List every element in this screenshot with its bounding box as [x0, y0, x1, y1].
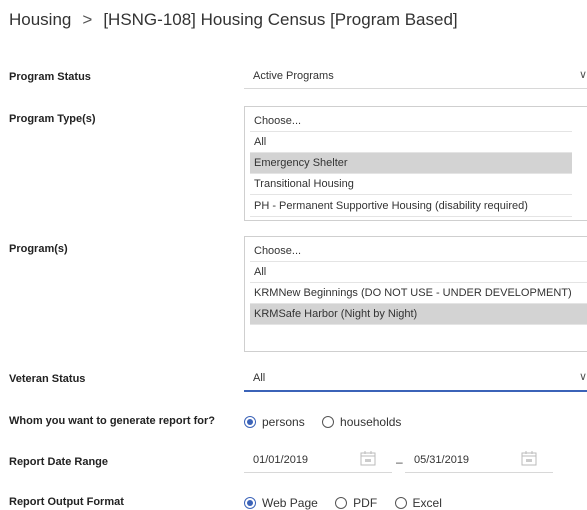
radio-persons[interactable]: persons	[244, 415, 305, 429]
program-type-option[interactable]: PH - Permanent Supportive Housing (disab…	[250, 196, 572, 217]
veteran-status-select[interactable]: All ∨	[244, 368, 587, 392]
program-option[interactable]: KRMSafe Harbor (Night by Night)	[250, 304, 587, 325]
output-format-label: Report Output Format	[9, 496, 124, 508]
report-for-radio-group: persons households	[244, 415, 415, 429]
radio-households[interactable]: households	[322, 415, 401, 429]
date-range-label: Report Date Range	[9, 456, 109, 468]
program-status-label: Program Status	[9, 71, 91, 83]
program-option[interactable]: All	[250, 262, 587, 283]
breadcrumb-separator: >	[82, 10, 93, 29]
breadcrumb: Housing > [HSNG-108] Housing Census [Progr…	[9, 10, 458, 30]
program-type-option[interactable]: Transitional Housing	[250, 174, 572, 195]
veteran-status-value: All	[253, 372, 266, 384]
programs-label: Program(s)	[9, 243, 68, 255]
breadcrumb-parent-link[interactable]: Housing	[9, 10, 71, 29]
program-type-option[interactable]: All	[250, 132, 572, 153]
program-status-value: Active Programs	[253, 70, 334, 82]
program-type-option[interactable]: Choose...	[250, 111, 572, 132]
calendar-icon[interactable]	[360, 450, 376, 466]
radio-unselected-icon[interactable]	[322, 416, 335, 428]
end-date-field[interactable]: 05/31/2019	[405, 450, 553, 473]
program-status-select[interactable]: Active Programs ∨	[244, 66, 587, 89]
chevron-down-icon: ∨	[578, 371, 587, 383]
end-date-value: 05/31/2019	[414, 454, 470, 466]
page-title: [HSNG-108] Housing Census [Program Based…	[103, 10, 458, 29]
radio-unselected-icon[interactable]	[394, 497, 407, 509]
start-date-field[interactable]: 01/01/2019	[244, 450, 392, 473]
report-for-label: Whom you want to generate report for?	[9, 415, 215, 427]
date-range-separator: –	[396, 455, 403, 469]
program-option[interactable]: Choose...	[250, 241, 587, 262]
radio-unselected-icon[interactable]	[335, 497, 348, 509]
veteran-status-label: Veteran Status	[9, 373, 86, 385]
radio-selected-icon[interactable]	[244, 416, 256, 428]
program-types-listbox[interactable]: Choose... All Emergency Shelter Transiti…	[244, 106, 587, 221]
start-date-value: 01/01/2019	[253, 454, 309, 466]
program-types-label: Program Type(s)	[9, 113, 96, 125]
radio-selected-icon[interactable]	[244, 497, 256, 509]
chevron-down-icon: ∨	[578, 69, 587, 81]
program-type-option[interactable]: Emergency Shelter	[250, 153, 572, 174]
program-option[interactable]: KRMNew Beginnings (DO NOT USE - UNDER DE…	[250, 283, 587, 304]
calendar-icon[interactable]	[521, 450, 537, 466]
programs-listbox[interactable]: Choose... All KRMNew Beginnings (DO NOT …	[244, 236, 587, 352]
